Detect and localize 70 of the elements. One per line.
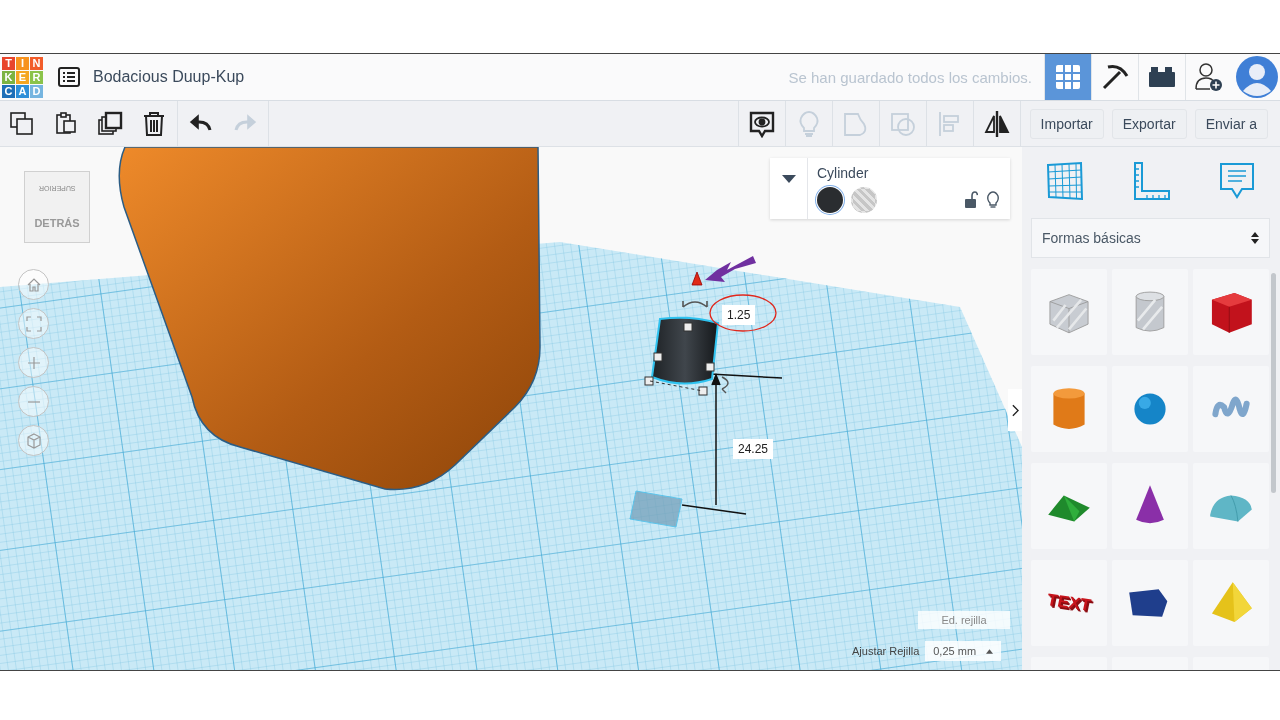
shape-card[interactable]	[1193, 269, 1269, 355]
highlight-ellipse	[709, 294, 777, 332]
home-icon	[25, 276, 42, 293]
updown-caret-icon	[1251, 231, 1259, 245]
shape-card[interactable]: TEXT	[1031, 560, 1107, 646]
elevation-value[interactable]: 24.25	[733, 439, 774, 459]
toolbar-button[interactable]: Importar	[1029, 108, 1104, 139]
box-shape[interactable]	[118, 147, 541, 491]
caret-icon	[986, 648, 994, 654]
text-shape-label: TEXT	[1047, 589, 1091, 617]
brick-icon	[1148, 66, 1176, 88]
rotate-arrow-icon[interactable]	[682, 300, 708, 308]
logo-letter: A	[16, 84, 29, 98]
pointer-arrow	[705, 256, 756, 282]
toolbar-button[interactable]: Exportar	[1111, 108, 1187, 139]
shape-card[interactable]	[1112, 560, 1188, 646]
panel-toggle-button[interactable]	[1008, 389, 1022, 431]
list-icon[interactable]	[58, 67, 80, 87]
chevron-icon	[1011, 403, 1019, 417]
mirror-icon	[982, 109, 1011, 138]
cone-handle-icon[interactable]	[691, 271, 703, 286]
rotate-arrow-icon[interactable]	[721, 376, 729, 394]
edit-grid-button[interactable]: Ed. rejilla	[918, 611, 1010, 629]
logo-letter: K	[2, 70, 15, 84]
speech-bubble-icon	[1217, 161, 1257, 201]
design-title[interactable]: Bodacious Duup-Kup	[93, 68, 245, 86]
logo-letter: N	[30, 56, 43, 70]
ruler-icon	[1131, 161, 1171, 201]
logo-letter: C	[2, 84, 15, 98]
logo-letter: E	[16, 70, 29, 84]
lightbulb-icon[interactable]	[986, 191, 1000, 209]
minus-icon	[26, 400, 41, 403]
grid-icon	[1055, 64, 1081, 90]
plus-icon	[25, 354, 42, 371]
save-status: Se han guardado todos los cambios.	[788, 68, 1032, 86]
view-cube-label: DETRÁS	[34, 217, 80, 230]
scrollbar[interactable]	[1271, 273, 1276, 493]
caret-icon	[781, 175, 796, 183]
shape-card[interactable]	[1031, 463, 1107, 549]
logo-letter: R	[30, 70, 43, 84]
speech-eye-icon	[747, 109, 776, 138]
solid-color-swatch[interactable]	[817, 187, 843, 213]
grid-icon	[1045, 161, 1085, 201]
snap-grid-label: Ajustar Rejilla	[852, 645, 920, 657]
perspective-button[interactable]	[18, 425, 49, 456]
collapse-button[interactable]	[770, 158, 808, 219]
category-dropdown[interactable]: Formas básicas	[1031, 218, 1270, 258]
copy-icon	[9, 110, 35, 137]
shadow-footprint	[629, 490, 683, 528]
home-button[interactable]	[18, 269, 49, 300]
cube-icon	[25, 432, 42, 449]
duplicate-icon	[97, 110, 123, 137]
logo-letter: T	[2, 56, 15, 70]
hole-swatch[interactable]	[851, 187, 877, 213]
logo-letter: I	[16, 56, 29, 70]
shape-card[interactable]	[1112, 463, 1188, 549]
logo-letter: D	[30, 84, 43, 98]
fit-view-icon	[25, 315, 42, 332]
paste-icon	[53, 110, 79, 137]
add-user-icon	[1194, 62, 1224, 92]
resize-handles[interactable]	[644, 322, 715, 396]
height-value[interactable]: 1.25	[722, 305, 756, 325]
trash-icon	[141, 110, 167, 137]
unlock-icon[interactable]	[964, 191, 978, 209]
logo[interactable]: T I N K E R C A D	[2, 56, 43, 98]
shape-name: Cylinder	[817, 165, 870, 181]
pickaxe-icon	[1100, 62, 1130, 92]
avatar[interactable]	[1235, 55, 1279, 99]
snap-grid-dropdown[interactable]: 0,25 mm	[925, 641, 1002, 661]
toolbar-button[interactable]: Enviar a	[1194, 108, 1268, 139]
